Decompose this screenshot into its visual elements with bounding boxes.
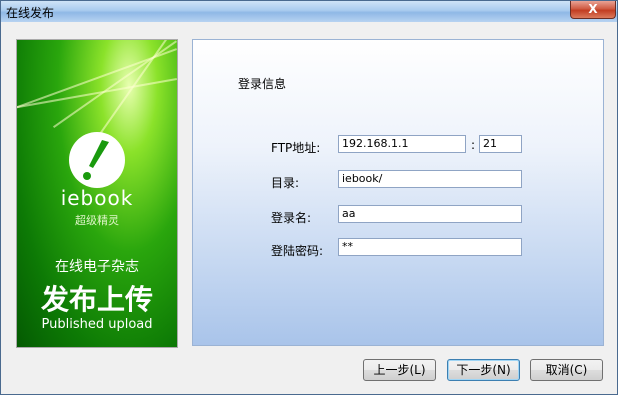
brand-subtitle: 超级精灵 bbox=[75, 214, 119, 227]
product-banner: iebook 超级精灵 在线电子杂志 发布上传 Published upload bbox=[16, 39, 178, 348]
ftp-port-input[interactable]: 21 bbox=[479, 135, 522, 153]
brand-name: iebook bbox=[60, 186, 134, 210]
username-input[interactable]: aa bbox=[338, 205, 522, 223]
window-title: 在线发布 bbox=[6, 6, 55, 20]
directory-input[interactable]: iebook/ bbox=[338, 170, 522, 188]
section-title: 登录信息 bbox=[238, 77, 287, 91]
password-input[interactable]: ** bbox=[338, 238, 522, 256]
next-button[interactable]: 下一步(N) bbox=[447, 359, 520, 381]
ftp-address-label: FTP地址: bbox=[271, 141, 321, 155]
light-ray bbox=[52, 40, 177, 129]
title-bar[interactable]: 在线发布 X bbox=[1, 1, 617, 22]
port-separator: : bbox=[471, 138, 476, 152]
password-label: 登陆密码: bbox=[271, 244, 324, 258]
publish-dialog: 在线发布 X iebook 超级精灵 在线电子杂志 发布上传 Published… bbox=[0, 0, 618, 395]
back-button[interactable]: 上一步(L) bbox=[363, 359, 436, 381]
directory-label: 目录: bbox=[271, 176, 300, 190]
cancel-button[interactable]: 取消(C) bbox=[530, 359, 603, 381]
login-panel: 登录信息 FTP地址: 192.168.1.1 : 21 目录: iebook/… bbox=[192, 39, 604, 346]
username-label: 登录名: bbox=[271, 211, 312, 225]
ftp-host-input[interactable]: 192.168.1.1 bbox=[338, 135, 466, 153]
banner-headline: 发布上传 bbox=[40, 283, 153, 316]
close-button[interactable]: X bbox=[570, 1, 616, 19]
logo-exclamation-icon bbox=[83, 140, 109, 180]
banner-english-caption: Published upload bbox=[41, 317, 153, 332]
banner-line-1: 在线电子杂志 bbox=[55, 259, 139, 275]
